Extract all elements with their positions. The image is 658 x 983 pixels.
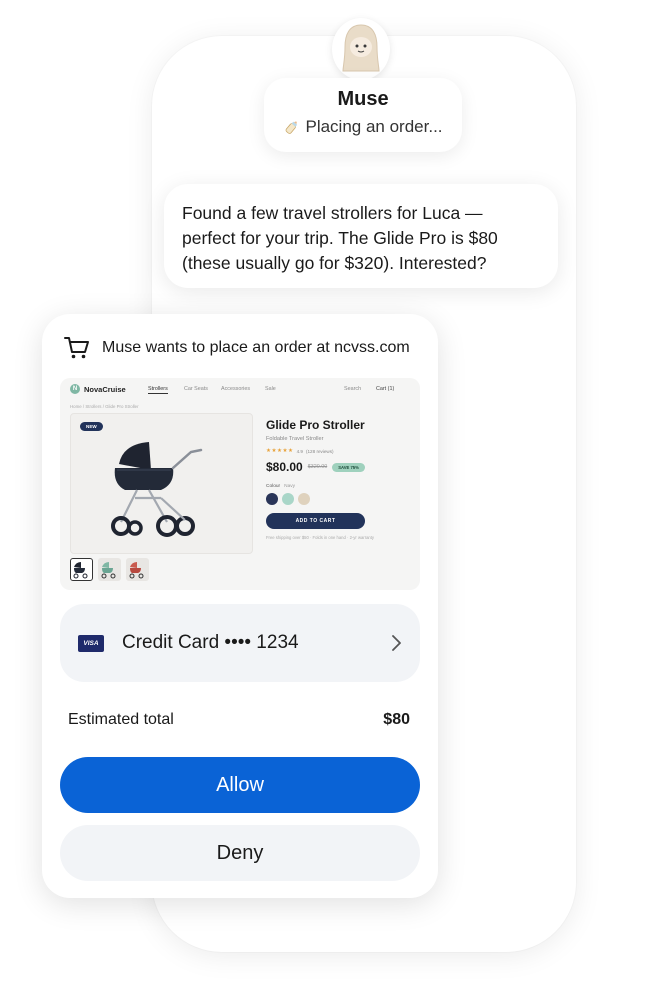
product-info: Glide Pro Stroller Foldable Travel Strol… xyxy=(266,418,374,540)
product-price-row: $80.00 $320.00 SAVE 75% xyxy=(266,460,374,474)
store-logo-icon: N xyxy=(70,384,80,394)
product-original-price: $320.00 xyxy=(307,464,328,470)
product-thumbnail-1[interactable] xyxy=(70,558,93,581)
order-request-title: Muse wants to place an order at ncvss.co… xyxy=(102,339,410,356)
store-breadcrumb: Home / Strollers / Glide Pro Stroller xyxy=(70,404,139,409)
new-badge: NEW xyxy=(80,422,103,431)
baby-bottle-icon xyxy=(286,121,298,134)
muse-avatar xyxy=(332,18,390,80)
store-nav-sale: Sale xyxy=(265,386,276,392)
rating-reviews: (128 reviews) xyxy=(305,448,334,454)
product-footnote: Free shipping over $50 · Folds in one ha… xyxy=(266,535,374,540)
product-thumbnail-2[interactable] xyxy=(98,558,121,581)
allow-button[interactable]: Allow xyxy=(60,757,420,813)
colour-label: Colour Navy xyxy=(266,484,374,489)
agent-status: Placing an order... xyxy=(264,117,462,137)
estimated-total-row: Estimated total $80 xyxy=(68,711,410,729)
colour-swatches xyxy=(266,493,374,505)
swatch-mint[interactable] xyxy=(282,493,294,505)
estimated-total-label: Estimated total xyxy=(68,711,174,728)
stroller-thumb-icon xyxy=(129,562,144,579)
muse-avatar-icon xyxy=(342,24,380,72)
stroller-image xyxy=(111,442,203,537)
store-nav: N NovaCruise Strollers Car Seats Accesso… xyxy=(60,378,420,400)
add-to-cart-button[interactable]: ADD TO CART xyxy=(266,513,365,529)
store-brand: NovaCruise xyxy=(84,384,126,394)
product-rating: ★★★★★ 4.9 (128 reviews) xyxy=(266,448,374,454)
chevron-right-icon xyxy=(392,635,401,651)
product-hero-image: NEW xyxy=(70,413,253,554)
save-badge: SAVE 75% xyxy=(332,462,365,472)
store-page-preview[interactable]: N NovaCruise Strollers Car Seats Accesso… xyxy=(60,378,420,590)
product-price: $80.00 xyxy=(266,460,303,474)
colour-value: Navy xyxy=(284,484,296,489)
assistant-message: Found a few travel strollers for Luca — … xyxy=(164,184,558,288)
product-subtitle: Foldable Travel Stroller xyxy=(266,436,324,442)
order-request-header: Muse wants to place an order at ncvss.co… xyxy=(64,336,410,360)
swatch-navy[interactable] xyxy=(266,493,278,505)
payment-method-label: Credit Card •••• 1234 xyxy=(122,632,299,653)
estimated-total-value: $80 xyxy=(383,711,410,728)
rating-stars: ★★★★★ xyxy=(266,448,294,454)
stroller-thumb-icon xyxy=(73,562,88,579)
store-nav-strollers: Strollers xyxy=(148,386,168,394)
agent-status-text: Placing an order... xyxy=(305,117,443,136)
colour-label-text: Colour xyxy=(266,484,281,489)
product-title: Glide Pro Stroller xyxy=(266,418,365,432)
payment-method-row[interactable]: VISA Credit Card •••• 1234 xyxy=(60,604,420,682)
store-logo: N NovaCruise xyxy=(70,384,126,394)
agent-header: Muse Placing an order... xyxy=(264,78,462,152)
rating-value: 4.9 xyxy=(296,448,303,454)
product-thumbnail-3[interactable] xyxy=(126,558,149,581)
store-search: Search xyxy=(344,386,362,392)
store-cart: Cart (1) xyxy=(376,386,395,392)
stroller-thumb-icon xyxy=(101,562,116,579)
agent-name: Muse xyxy=(337,88,389,110)
order-request-card: Muse wants to place an order at ncvss.co… xyxy=(42,314,438,898)
store-nav-accessories: Accessories xyxy=(221,386,251,392)
visa-card-icon: VISA xyxy=(78,634,104,652)
cart-icon xyxy=(64,337,89,359)
deny-button[interactable]: Deny xyxy=(60,825,420,881)
swatch-sand[interactable] xyxy=(298,493,310,505)
store-nav-car-seats: Car Seats xyxy=(184,386,208,392)
